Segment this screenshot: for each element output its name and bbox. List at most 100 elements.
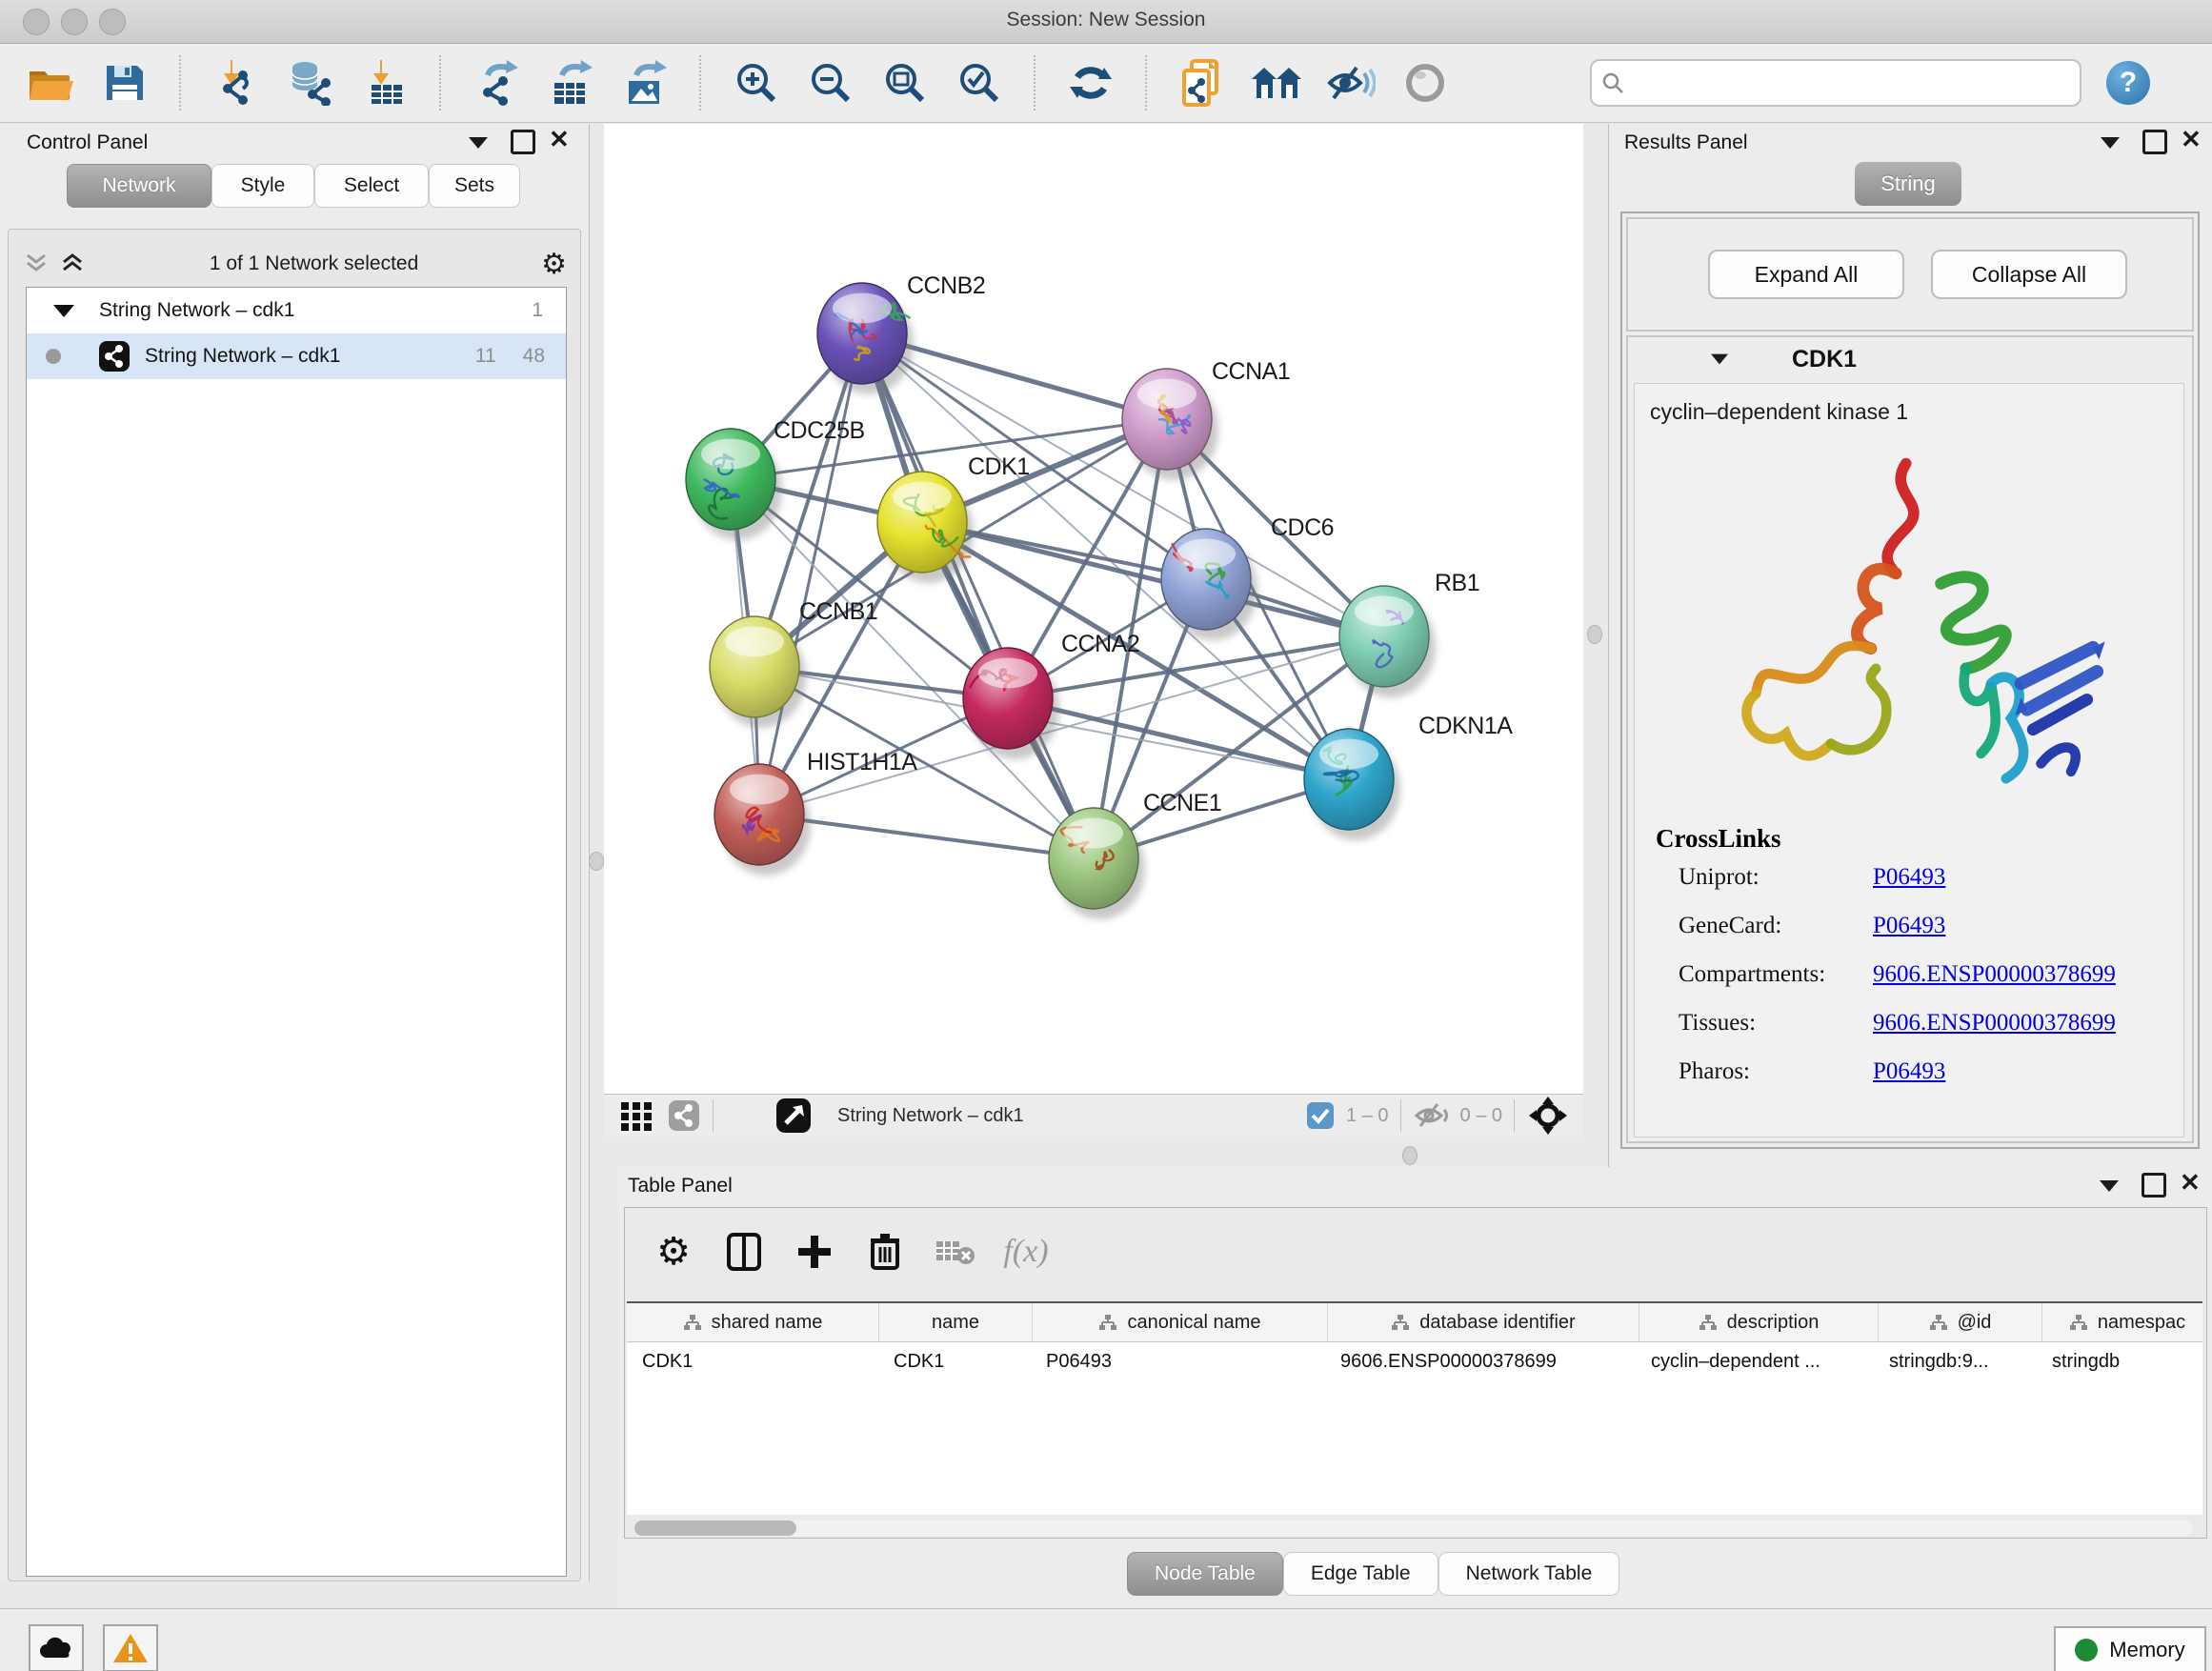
tab-sets[interactable]: Sets — [429, 164, 520, 208]
control-panel-menu-icon[interactable] — [469, 137, 488, 149]
birds-eye-view-icon[interactable] — [774, 1097, 813, 1135]
grid-view-icon[interactable] — [619, 1098, 654, 1133]
table-cell[interactable]: CDK1 — [878, 1342, 1031, 1380]
zoom-out-button[interactable] — [794, 53, 868, 112]
tab-edge-table[interactable]: Edge Table — [1283, 1552, 1438, 1596]
column-header-description[interactable]: description — [1639, 1303, 1879, 1341]
zoom-in-button[interactable] — [719, 53, 794, 112]
network-canvas[interactable]: CCNB2CCNA1CDC25BCDK1CDC6RB1CCNB1CCNA2CDK… — [604, 124, 1583, 1094]
node-RB1[interactable] — [1339, 586, 1429, 687]
edge-CCNB2-CCNE1[interactable] — [862, 333, 1094, 858]
network-row[interactable]: String Network – cdk1 11 48 — [27, 333, 566, 379]
help-button[interactable]: ? — [2106, 61, 2150, 105]
column-header-label: canonical name — [1127, 1312, 1260, 1334]
search-box[interactable] — [1590, 59, 2081, 107]
delete-column-button[interactable] — [850, 1222, 920, 1281]
fit-crosshair-icon[interactable] — [1526, 1097, 1570, 1135]
import-network-database-button[interactable] — [273, 53, 348, 112]
table-hscrollbar-track[interactable] — [634, 1520, 2193, 1536]
network-collection-row[interactable]: String Network – cdk1 1 — [27, 288, 566, 333]
node-CCNE1[interactable] — [1049, 808, 1138, 909]
crosslink-link[interactable]: P06493 — [1873, 1058, 1945, 1107]
node-CCNA2[interactable] — [963, 648, 1053, 749]
crosslink-link[interactable]: 9606.ENSP00000378699 — [1873, 1010, 2116, 1058]
network-share-icon[interactable] — [667, 1098, 701, 1133]
table-panel-menu-icon[interactable] — [2100, 1180, 2119, 1192]
table-cell[interactable]: stringdb — [2037, 1342, 2206, 1380]
search-input[interactable] — [1632, 71, 2070, 95]
column-header-namespac[interactable]: namespac — [2042, 1303, 2212, 1341]
detail-orb-button[interactable] — [1388, 53, 1462, 112]
edge-CCNB2-HIST1H1A[interactable] — [759, 333, 862, 815]
results-panel-menu-icon[interactable] — [2101, 137, 2120, 149]
node-CDC6[interactable] — [1161, 529, 1251, 630]
zoom-selected-button[interactable] — [942, 53, 1016, 112]
warnings-button[interactable] — [103, 1624, 158, 1671]
expand-all-icon[interactable] — [58, 251, 87, 277]
control-panel-close-icon[interactable]: ✕ — [549, 130, 570, 149]
entry-collapse-icon[interactable] — [1711, 354, 1728, 365]
import-table-button[interactable] — [348, 53, 422, 112]
results-panel-close-icon[interactable]: ✕ — [2181, 130, 2202, 149]
table-cell[interactable]: P06493 — [1031, 1342, 1325, 1380]
network-graph[interactable]: CCNB2CCNA1CDC25BCDK1CDC6RB1CCNB1CCNA2CDK… — [604, 124, 1583, 1094]
tab-network-table[interactable]: Network Table — [1438, 1552, 1620, 1596]
column-header-shared-name[interactable]: shared name — [627, 1303, 879, 1341]
column-header-canonical-name[interactable]: canonical name — [1033, 1303, 1328, 1341]
export-network-button[interactable] — [459, 53, 533, 112]
save-session-button[interactable] — [88, 53, 162, 112]
table-cell[interactable]: CDK1 — [627, 1342, 878, 1380]
table-panel-close-icon[interactable]: ✕ — [2180, 1173, 2201, 1192]
tab-style[interactable]: Style — [211, 164, 314, 208]
add-column-button[interactable] — [779, 1222, 850, 1281]
home-button[interactable] — [1239, 53, 1314, 112]
crosslink-link[interactable]: 9606.ENSP00000378699 — [1873, 961, 2116, 1010]
export-table-button[interactable] — [533, 53, 608, 112]
column-header-database-identifier[interactable]: database identifier — [1328, 1303, 1639, 1341]
selected-checkbox-icon[interactable] — [1306, 1101, 1335, 1130]
crosslink-link[interactable]: P06493 — [1873, 913, 1945, 961]
bottom-splitter-handle[interactable] — [1402, 1146, 1418, 1165]
delete-table-button[interactable] — [920, 1222, 991, 1281]
export-image-button[interactable] — [608, 53, 682, 112]
table-cell[interactable]: 9606.ENSP00000378699 — [1325, 1342, 1636, 1380]
open-session-button[interactable] — [13, 53, 88, 112]
tab-string[interactable]: String — [1855, 162, 1961, 206]
results-panel-float-icon[interactable] — [2142, 130, 2167, 154]
cloud-status-button[interactable] — [29, 1624, 84, 1671]
refresh-layout-button[interactable] — [1054, 53, 1128, 112]
network-options-gear-icon[interactable]: ⚙ — [541, 248, 567, 281]
tab-select[interactable]: Select — [314, 164, 429, 208]
left-splitter-handle[interactable] — [589, 852, 604, 871]
collection-expand-icon[interactable] — [53, 305, 74, 317]
expand-all-button[interactable]: Expand All — [1708, 250, 1904, 299]
crosslink-link[interactable]: P06493 — [1873, 864, 1945, 913]
right-splitter-handle[interactable] — [1587, 625, 1602, 644]
collapse-all-button[interactable]: Collapse All — [1931, 250, 2127, 299]
show-columns-button[interactable] — [709, 1222, 779, 1281]
table-cell[interactable]: stringdb:9... — [1874, 1342, 2037, 1380]
node-CCNB1[interactable] — [710, 616, 799, 717]
control-panel-float-icon[interactable] — [511, 130, 535, 154]
hide-graphics-details-button[interactable] — [1314, 53, 1388, 112]
node-CDC25B[interactable] — [686, 429, 775, 530]
node-HIST1H1A[interactable] — [714, 764, 804, 865]
memory-button[interactable]: Memory — [2054, 1626, 2206, 1671]
column-header-name[interactable]: name — [879, 1303, 1033, 1341]
node-label-HIST1H1A: HIST1H1A — [807, 749, 917, 775]
node-CDKN1A[interactable] — [1304, 729, 1394, 830]
collapse-all-icon[interactable] — [22, 251, 50, 277]
zoom-fit-button[interactable] — [868, 53, 942, 112]
table-hscrollbar-thumb[interactable] — [634, 1520, 796, 1536]
function-builder-button[interactable]: f(x) — [991, 1222, 1061, 1281]
column-header--id[interactable]: @id — [1879, 1303, 2042, 1341]
import-network-file-button[interactable] — [199, 53, 273, 112]
tab-network[interactable]: Network — [67, 164, 211, 208]
tab-node-table[interactable]: Node Table — [1127, 1552, 1283, 1596]
table-settings-button[interactable]: ⚙ — [638, 1222, 709, 1281]
node-CCNA1[interactable] — [1122, 369, 1212, 470]
table-row[interactable]: CDK1CDK1P064939606.ENSP00000378699cyclin… — [627, 1342, 2202, 1380]
table-cell[interactable]: cyclin–dependent ... — [1636, 1342, 1874, 1380]
table-panel-float-icon[interactable] — [2142, 1173, 2166, 1198]
clone-network-button[interactable] — [1165, 53, 1239, 112]
